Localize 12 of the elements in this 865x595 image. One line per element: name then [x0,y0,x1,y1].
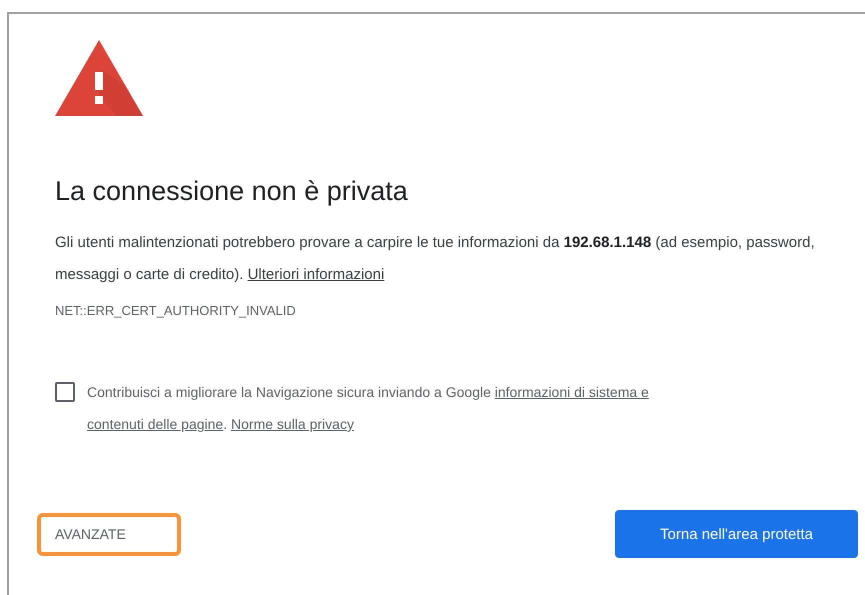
back-to-safety-button[interactable]: Torna nell'area protetta [615,510,858,558]
page-heading: La connessione non è privata [55,176,409,207]
warning-icon [55,40,143,116]
error-message: Gli utenti malintenzionati potrebbero provare a carpire le tue informazioni da 192.68.1.148 (ad esempio, password, messaggi o carte di credito). Ulteriori informazioni [55,233,816,285]
advanced-button[interactable]: AVANZATE [37,512,181,556]
page-contents-link[interactable]: contenuti delle pagine [87,416,224,432]
error-code: NET::ERR_CERT_AUTHORITY_INVALID [55,303,297,318]
checkbox[interactable] [55,382,75,402]
system-info-link[interactable]: informazioni di sistema e [494,384,649,400]
more-info-link[interactable]: Ulteriori informazioni [248,266,384,283]
privacy-link[interactable]: Norme sulla privacy [231,416,354,432]
report-text: Contribuisci a migliorare la Navigazione sicura inviando a Google informazioni di sistema e contenuti delle pagine. Norme sulla privacy [87,383,649,434]
